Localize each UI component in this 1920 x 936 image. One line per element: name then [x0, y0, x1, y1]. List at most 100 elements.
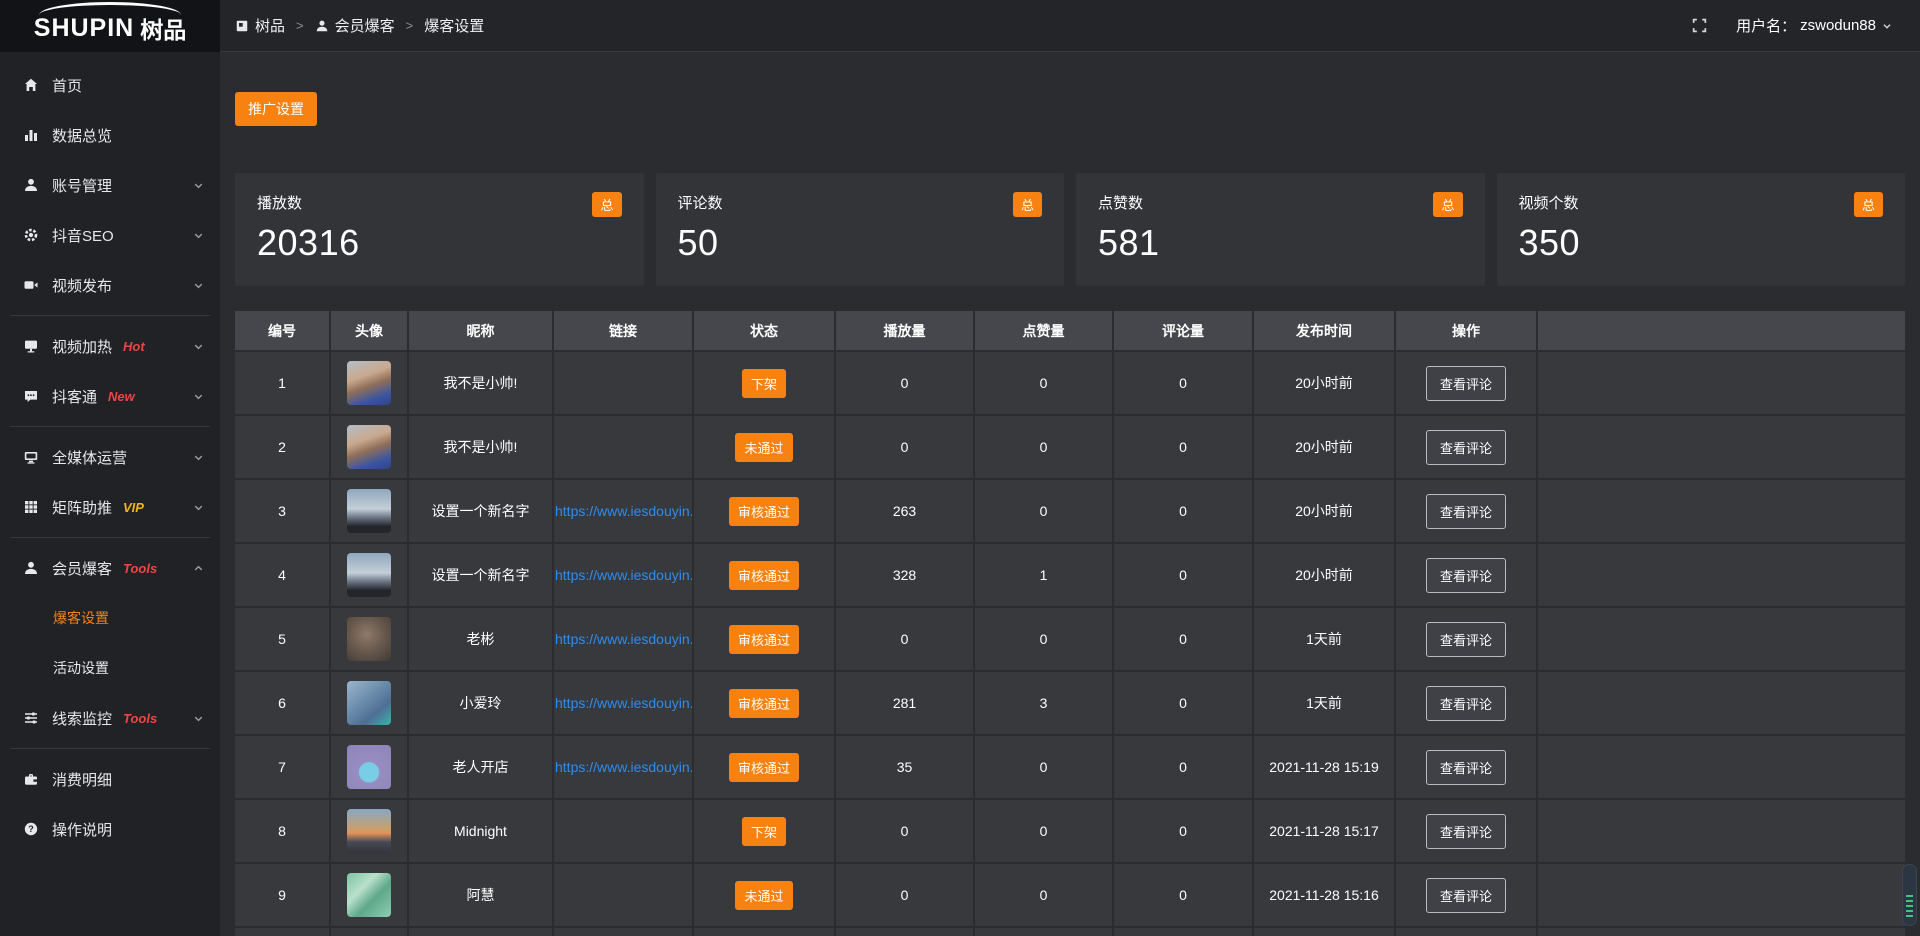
breadcrumb-item-member-baoke[interactable]: 会员爆客 [315, 15, 395, 36]
table-row: 1我不是小帅!下架00020小时前查看评论 [235, 351, 1905, 415]
cell-likes: 0 [974, 863, 1113, 927]
cell-comments: 0 [1113, 863, 1253, 927]
sidebar-item-consume-detail[interactable]: 消费明细 [0, 754, 220, 804]
video-link[interactable]: https://www.iesdouyin.c [555, 759, 693, 775]
video-link[interactable]: https://www.iesdouyin.c [555, 631, 693, 647]
user-icon [315, 19, 329, 33]
cell-nickname: 设置一个新名字 [408, 543, 553, 607]
video-link[interactable]: https://www.iesdouyin.c [555, 567, 693, 583]
cell-plays: 0 [835, 351, 974, 415]
sidebar-item-operation-guide[interactable]: ?操作说明 [0, 804, 220, 854]
cell-avatar [330, 735, 408, 799]
sidebar-item-matrix-boost[interactable]: 矩阵助推VIP [0, 482, 220, 532]
cell-avatar [330, 607, 408, 671]
floating-widget[interactable] [1902, 864, 1917, 926]
sidebar-subitem-activity-settings[interactable]: 活动设置 [0, 643, 220, 693]
stat-label: 播放数 [257, 192, 622, 213]
cell-time: 2021-11-28 15:19 [1253, 735, 1395, 799]
promo-settings-button[interactable]: 推广设置 [235, 92, 317, 126]
sidebar-item-data-overview[interactable]: 数据总览 [0, 110, 220, 160]
cell-comments: 0 [1113, 543, 1253, 607]
status-badge[interactable]: 审核通过 [729, 497, 799, 526]
app-logo[interactable]: SHUPIN 树品 [0, 0, 220, 52]
video-table-wrap: 编号头像昵称链接状态播放量点赞量评论量发布时间操作 1我不是小帅!下架00020… [235, 311, 1905, 936]
video-link[interactable]: https://www.iesdouyin.c [555, 695, 693, 711]
view-comments-button[interactable]: 查看评论 [1426, 494, 1506, 529]
cell-time [1253, 927, 1395, 936]
cell-nickname: 小爱玲 [408, 671, 553, 735]
cell-comments: 0 [1113, 415, 1253, 479]
cell-plays: 0 [835, 863, 974, 927]
status-badge[interactable]: 未通过 [735, 881, 792, 910]
cell-link [553, 863, 693, 927]
table-row: 5老彬https://www.iesdouyin.c审核通过0001天前查看评论 [235, 607, 1905, 671]
avatar [347, 361, 391, 405]
view-comments-button[interactable]: 查看评论 [1426, 622, 1506, 657]
breadcrumb-separator: > [406, 18, 414, 33]
status-badge[interactable]: 未通过 [735, 433, 792, 462]
cell-id: 3 [235, 479, 330, 543]
cell-filler [1537, 863, 1905, 927]
view-comments-button[interactable]: 查看评论 [1426, 558, 1506, 593]
fullscreen-icon[interactable] [1691, 17, 1708, 34]
breadcrumb-item-shupin[interactable]: 树品 [235, 15, 285, 36]
view-comments-button[interactable]: 查看评论 [1426, 366, 1506, 401]
cell-status: 审核通过 [693, 607, 835, 671]
chevron-down-icon [1880, 19, 1894, 33]
sidebar-item-media-operation[interactable]: 全媒体运营 [0, 432, 220, 482]
stat-label: 点赞数 [1098, 192, 1463, 213]
cell-comments: 0 [1113, 351, 1253, 415]
sidebar-item-badge: Hot [123, 339, 145, 354]
sidebar-item-member-baoke[interactable]: 会员爆客Tools [0, 543, 220, 593]
cell-status: 未通过 [693, 863, 835, 927]
sidebar-subitem-baoke-settings[interactable]: 爆客设置 [0, 593, 220, 643]
cell-filler [1537, 799, 1905, 863]
breadcrumb: 树品 > 会员爆客 > 爆客设置 [235, 15, 484, 36]
sidebar-item-douketong[interactable]: 抖客通New [0, 371, 220, 421]
video-link[interactable]: https://www.iesdouyin.c [555, 503, 693, 519]
cell-filler [1537, 479, 1905, 543]
cell-avatar [330, 415, 408, 479]
wallet-icon [23, 771, 39, 787]
status-badge[interactable]: 下架 [742, 369, 786, 398]
cell-status: 下架 [693, 799, 835, 863]
cell-link: https://www.iesdouyin.c [553, 543, 693, 607]
status-badge[interactable]: 审核通过 [729, 625, 799, 654]
cell-time: 1天前 [1253, 671, 1395, 735]
cell-avatar [330, 351, 408, 415]
status-badge[interactable]: 审核通过 [729, 689, 799, 718]
sidebar-item-home[interactable]: 首页 [0, 60, 220, 110]
user-menu[interactable]: 用户名： zswodun88 [1736, 15, 1894, 36]
status-badge[interactable]: 下架 [742, 817, 786, 846]
status-badge[interactable]: 审核通过 [729, 753, 799, 782]
user-icon [23, 177, 39, 193]
view-comments-button[interactable]: 查看评论 [1426, 686, 1506, 721]
table-row [235, 927, 1905, 936]
stat-value: 50 [678, 222, 1043, 264]
user-icon [23, 560, 39, 576]
sidebar-item-badge: VIP [123, 500, 144, 515]
view-comments-button[interactable]: 查看评论 [1426, 814, 1506, 849]
table-row: 4设置一个新名字https://www.iesdouyin.c审核通过32810… [235, 543, 1905, 607]
sidebar-item-account-manage[interactable]: 账号管理 [0, 160, 220, 210]
stat-label: 评论数 [678, 192, 1043, 213]
status-badge[interactable]: 审核通过 [729, 561, 799, 590]
sidebar-item-video-publish[interactable]: 视频发布 [0, 260, 220, 310]
view-comments-button[interactable]: 查看评论 [1426, 430, 1506, 465]
sidebar-item-label: 抖音SEO [52, 225, 114, 246]
sliders-icon [23, 710, 39, 726]
cell-action: 查看评论 [1395, 415, 1537, 479]
view-comments-button[interactable]: 查看评论 [1426, 750, 1506, 785]
sidebar-item-label: 消费明细 [52, 769, 112, 790]
view-comments-button[interactable]: 查看评论 [1426, 878, 1506, 913]
cell-avatar [330, 479, 408, 543]
cell-time: 20小时前 [1253, 351, 1395, 415]
sidebar-item-douyin-seo[interactable]: 抖音SEO [0, 210, 220, 260]
cell-filler [1537, 927, 1905, 936]
avatar [347, 617, 391, 661]
sidebar-item-badge: Tools [123, 711, 157, 726]
total-badge: 总 [1854, 192, 1883, 217]
sidebar-divider [10, 748, 210, 749]
sidebar-item-video-heat[interactable]: 视频加热Hot [0, 321, 220, 371]
sidebar-item-clue-monitor[interactable]: 线索监控Tools [0, 693, 220, 743]
